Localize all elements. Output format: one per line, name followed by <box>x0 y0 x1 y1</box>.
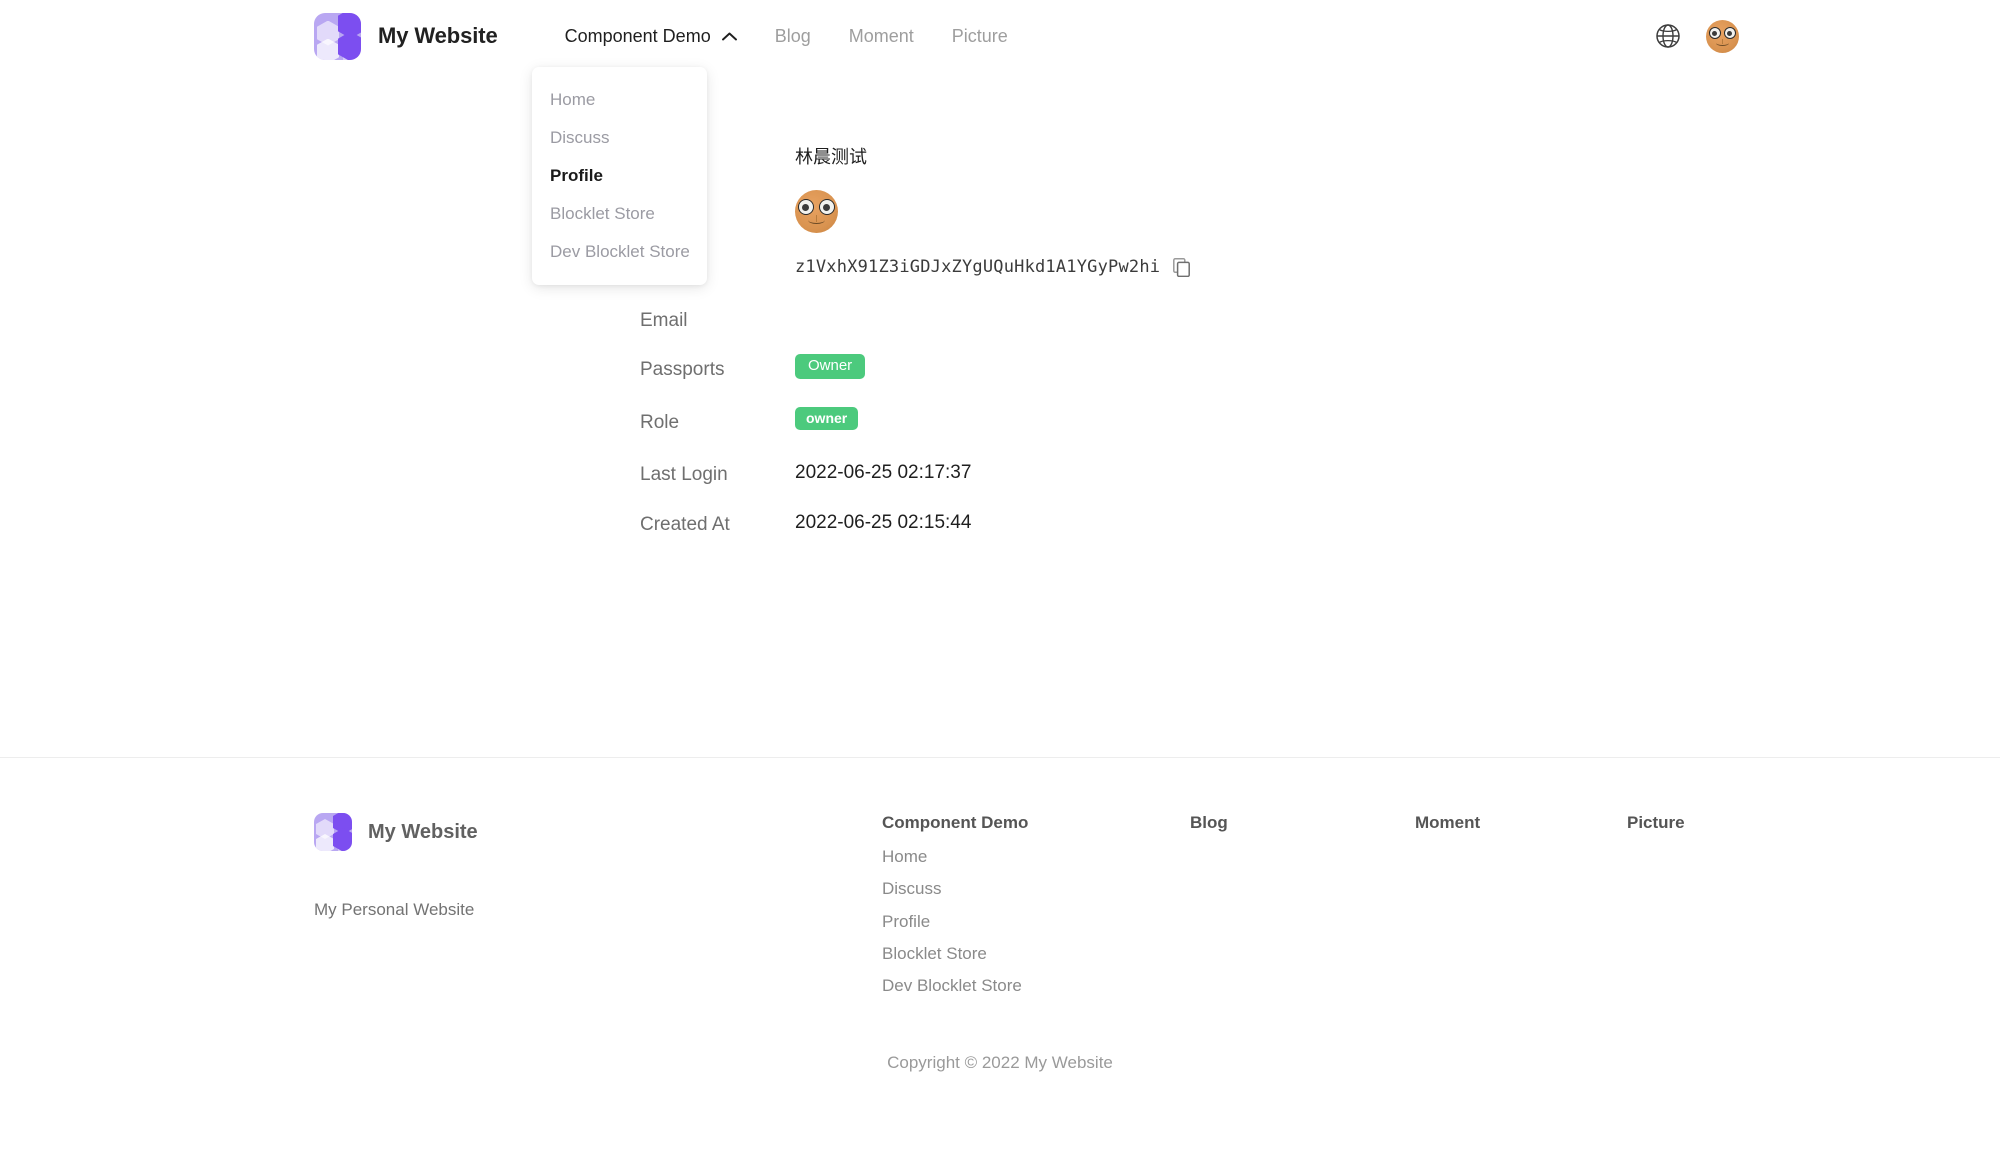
brand-logo-link[interactable]: My Website <box>314 13 498 60</box>
dropdown-item-label: Profile <box>550 166 603 185</box>
nav-item-blog[interactable]: Blog <box>756 27 830 45</box>
footer-link-discuss[interactable]: Discuss <box>882 873 1028 905</box>
footer-link-profile[interactable]: Profile <box>882 906 1028 938</box>
header-actions <box>1651 0 2000 72</box>
profile-row-role: Role owner <box>640 407 1190 438</box>
main-content: 林晨测试 Did z1VxhX9 <box>0 72 2000 756</box>
profile-row-name: 林晨测试 <box>640 144 1190 171</box>
footer-link-home[interactable]: Home <box>882 841 1028 873</box>
profile-row-did: Did z1VxhX91Z3iGDJxZYgUQuHkd1A1YGyPw2hi <box>640 255 1190 286</box>
footer-tagline: My Personal Website <box>314 900 474 920</box>
dropdown-item-label: Blocklet Store <box>550 204 655 223</box>
footer-column-moment: Moment <box>1415 813 1480 841</box>
nav-item-label: Blog <box>775 27 811 45</box>
nav-item-label: Component Demo <box>565 27 711 45</box>
component-demo-dropdown-menu: Home Discuss Profile Blocklet Store Dev … <box>532 67 707 285</box>
blocklet-cube-logo-icon <box>314 813 352 851</box>
site-header: My Website Component Demo Blog Moment Pi… <box>0 0 2000 72</box>
page-root: My Website Component Demo Blog Moment Pi… <box>0 0 2000 1152</box>
profile-row-avatar <box>640 190 1190 233</box>
profile-label-email: Email <box>640 305 795 336</box>
profile-value-passports: Owner <box>795 354 865 379</box>
globe-icon[interactable] <box>1651 19 1685 53</box>
profile-row-created-at: Created At 2022-06-25 02:15:44 <box>640 509 1190 540</box>
dropdown-item-label: Dev Blocklet Store <box>550 242 690 261</box>
blocklet-cube-logo-icon <box>314 13 361 60</box>
footer-copyright: Copyright © 2022 My Website <box>0 1053 2000 1073</box>
footer-column-title: Picture <box>1627 813 1685 833</box>
user-avatar-face-icon[interactable] <box>1706 20 1739 53</box>
did-text: z1VxhX91Z3iGDJxZYgUQuHkd1A1YGyPw2hi <box>795 255 1160 281</box>
dropdown-item-blocklet-store[interactable]: Blocklet Store <box>532 195 707 233</box>
profile-row-passports: Passports Owner <box>640 354 1190 385</box>
footer-column-component-demo: Component Demo Home Discuss Profile Bloc… <box>882 813 1028 1003</box>
profile-label-role: Role <box>640 407 795 438</box>
dropdown-item-home[interactable]: Home <box>532 81 707 119</box>
footer-column-title: Blog <box>1190 813 1228 833</box>
nav-item-component-demo[interactable]: Component Demo <box>546 27 756 45</box>
profile-row-last-login: Last Login 2022-06-25 02:17:37 <box>640 459 1190 490</box>
profile-value-did: z1VxhX91Z3iGDJxZYgUQuHkd1A1YGyPw2hi <box>795 255 1190 281</box>
nav-item-label: Moment <box>849 27 914 45</box>
nav-item-label: Picture <box>952 27 1008 45</box>
profile-details-panel: 林晨测试 Did z1VxhX9 <box>640 144 1190 558</box>
footer-link-dev-blocklet-store[interactable]: Dev Blocklet Store <box>882 970 1028 1002</box>
profile-row-email: Email <box>640 305 1190 336</box>
dropdown-item-label: Home <box>550 90 595 109</box>
primary-nav: Component Demo Blog Moment Picture <box>546 27 1027 45</box>
dropdown-item-dev-blocklet-store[interactable]: Dev Blocklet Store <box>532 233 707 271</box>
chevron-up-icon <box>722 32 737 41</box>
status-badge-role: owner <box>795 407 858 430</box>
footer-link-blocklet-store[interactable]: Blocklet Store <box>882 938 1028 970</box>
profile-value-last-login: 2022-06-25 02:17:37 <box>795 459 971 488</box>
nav-item-moment[interactable]: Moment <box>830 27 933 45</box>
profile-avatar-face-icon <box>795 190 838 233</box>
profile-value-name: 林晨测试 <box>795 144 867 171</box>
dropdown-item-label: Discuss <box>550 128 610 147</box>
footer-column-title: Component Demo <box>882 813 1028 833</box>
footer-column-title: Moment <box>1415 813 1480 833</box>
site-footer: My Website My Personal Website Component… <box>0 758 2000 1152</box>
footer-column-picture: Picture <box>1627 813 1685 841</box>
dropdown-item-discuss[interactable]: Discuss <box>532 119 707 157</box>
brand-title: My Website <box>378 23 498 49</box>
copy-icon[interactable] <box>1173 258 1190 277</box>
profile-value-created-at: 2022-06-25 02:15:44 <box>795 509 971 538</box>
profile-label-passports: Passports <box>640 354 795 385</box>
profile-label-last-login: Last Login <box>640 459 795 490</box>
footer-brand-link[interactable]: My Website <box>314 813 478 851</box>
footer-brand-title: My Website <box>368 821 478 844</box>
dropdown-item-profile[interactable]: Profile <box>532 157 707 195</box>
nav-item-picture[interactable]: Picture <box>933 27 1027 45</box>
profile-label-created-at: Created At <box>640 509 795 540</box>
profile-value-role: owner <box>795 407 858 430</box>
status-badge-passport: Owner <box>795 354 865 379</box>
footer-column-blog: Blog <box>1190 813 1228 841</box>
